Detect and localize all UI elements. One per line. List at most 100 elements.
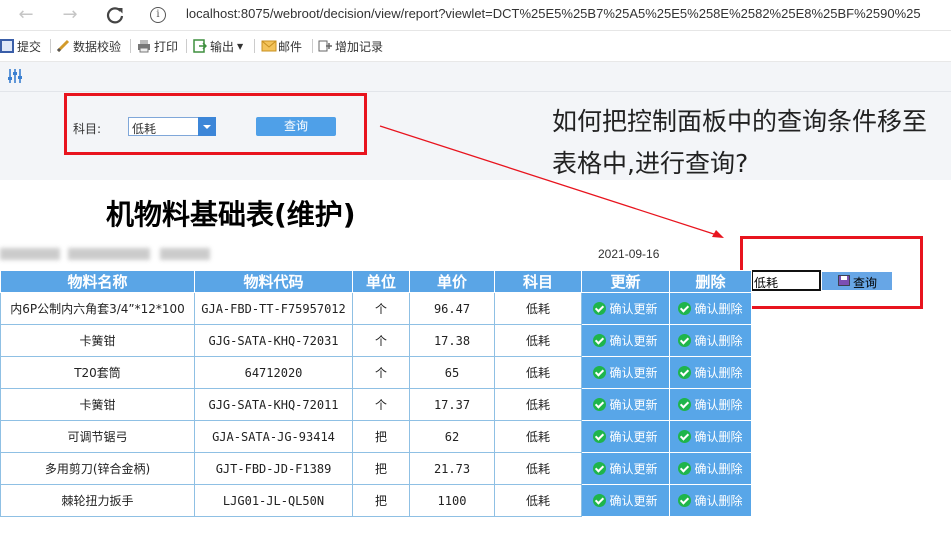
confirm-update-cell: 确认更新	[581, 388, 670, 421]
check-circle-icon	[678, 302, 692, 315]
confirm-update-cell: 确认更新	[581, 452, 670, 485]
table-row: 卡簧钳 GJG-SATA-KHQ-72031 个 17.38 低耗 确认更新 确认删除	[0, 324, 752, 357]
check-circle-icon	[593, 494, 607, 507]
confirm-update-button[interactable]: 确认更新	[583, 364, 669, 381]
cell-price: 17.37	[409, 388, 495, 421]
cell-material-name: 棘轮扭力扳手	[0, 484, 195, 517]
table-row: T20套筒 64712020 个 65 低耗 确认更新 确认删除	[0, 356, 752, 389]
check-circle-icon	[678, 334, 692, 347]
cell-material-code: GJA-FBD-TT-F75957012	[194, 292, 353, 325]
cell-material-code: GJG-SATA-KHQ-72011	[194, 388, 353, 421]
column-header: 单价	[409, 270, 495, 293]
table-row: 可调节锯弓 GJA-SATA-JG-93414 把 62 低耗 确认更新 确认删除	[0, 420, 752, 453]
check-circle-icon	[593, 462, 607, 475]
confirm-update-button[interactable]: 确认更新	[583, 428, 669, 445]
check-circle-icon	[593, 398, 607, 411]
cell-unit: 把	[352, 420, 410, 453]
action-label: 确认删除	[694, 430, 743, 444]
cell-subject: 低耗	[494, 484, 582, 517]
cell-price: 62	[409, 420, 495, 453]
action-label: 确认更新	[609, 494, 658, 508]
cell-unit: 个	[352, 292, 410, 325]
cell-subject: 低耗	[494, 420, 582, 453]
cell-price: 21.73	[409, 452, 495, 485]
confirm-update-button[interactable]: 确认更新	[583, 396, 669, 413]
inline-subject-input-value: 低耗	[754, 276, 779, 290]
action-label: 确认删除	[694, 398, 743, 412]
cell-material-code: LJG01-JL-QL50N	[194, 484, 353, 517]
redacted-text	[0, 248, 60, 260]
check-circle-icon	[678, 366, 692, 379]
confirm-update-cell: 确认更新	[581, 420, 670, 453]
confirm-delete-button[interactable]: 确认删除	[671, 460, 751, 477]
save-icon	[838, 275, 850, 286]
cell-unit: 个	[352, 356, 410, 389]
check-circle-icon	[678, 494, 692, 507]
confirm-update-button[interactable]: 确认更新	[583, 332, 669, 349]
cell-material-code: 64712020	[194, 356, 353, 389]
confirm-update-cell: 确认更新	[581, 356, 670, 389]
redacted-text	[160, 248, 210, 260]
redacted-text	[68, 248, 150, 260]
column-header: 科目	[494, 270, 582, 293]
table-row: 多用剪刀(锌合金柄) GJT-FBD-JD-F1389 把 21.73 低耗 确认更新 确认…	[0, 452, 752, 485]
confirm-delete-button[interactable]: 确认删除	[671, 492, 751, 509]
confirm-delete-button[interactable]: 确认删除	[671, 300, 751, 317]
action-label: 确认更新	[609, 334, 658, 348]
check-circle-icon	[678, 462, 692, 475]
check-circle-icon	[593, 334, 607, 347]
cell-subject: 低耗	[494, 324, 582, 357]
confirm-delete-button[interactable]: 确认删除	[671, 364, 751, 381]
confirm-delete-cell: 确认删除	[669, 452, 752, 485]
action-label: 确认更新	[609, 430, 658, 444]
check-circle-icon	[593, 302, 607, 315]
confirm-update-cell: 确认更新	[581, 324, 670, 357]
cell-unit: 把	[352, 484, 410, 517]
confirm-delete-cell: 确认删除	[669, 420, 752, 453]
confirm-update-cell: 确认更新	[581, 292, 670, 325]
confirm-update-button[interactable]: 确认更新	[583, 300, 669, 317]
cell-material-code: GJA-SATA-JG-93414	[194, 420, 353, 453]
cell-subject: 低耗	[494, 452, 582, 485]
action-label: 确认更新	[609, 302, 658, 316]
cell-material-name: 可调节锯弓	[0, 420, 195, 453]
column-header: 单位	[352, 270, 410, 293]
cell-material-name: 卡簧钳	[0, 324, 195, 357]
confirm-update-cell: 确认更新	[581, 484, 670, 517]
cell-material-name: 多用剪刀(锌合金柄)	[0, 452, 195, 485]
cell-material-name: 卡簧钳	[0, 388, 195, 421]
cell-price: 65	[409, 356, 495, 389]
confirm-update-button[interactable]: 确认更新	[583, 460, 669, 477]
column-header: 删除	[669, 270, 752, 293]
inline-query-label: 查询	[853, 276, 878, 290]
confirm-delete-cell: 确认删除	[669, 484, 752, 517]
confirm-delete-button[interactable]: 确认删除	[671, 332, 751, 349]
cell-material-name: 内6P公制内六角套3/4”*12*100	[0, 292, 195, 325]
confirm-delete-button[interactable]: 确认删除	[671, 428, 751, 445]
confirm-update-button[interactable]: 确认更新	[583, 492, 669, 509]
action-label: 确认删除	[694, 334, 743, 348]
table-header-row: 物料名称 物料代码 单位 单价 科目 更新 删除	[0, 270, 752, 293]
check-circle-icon	[678, 430, 692, 443]
action-label: 确认删除	[694, 302, 743, 316]
report-title: 机物料基础表(维护)	[106, 198, 356, 231]
confirm-delete-button[interactable]: 确认删除	[671, 396, 751, 413]
confirm-delete-cell: 确认删除	[669, 292, 752, 325]
table-row: 卡簧钳 GJG-SATA-KHQ-72011 个 17.37 低耗 确认更新 确认删除	[0, 388, 752, 421]
cell-price: 96.47	[409, 292, 495, 325]
action-label: 确认删除	[694, 366, 743, 380]
cell-subject: 低耗	[494, 356, 582, 389]
confirm-delete-cell: 确认删除	[669, 356, 752, 389]
cell-material-code: GJT-FBD-JD-F1389	[194, 452, 353, 485]
check-circle-icon	[593, 430, 607, 443]
check-circle-icon	[678, 398, 692, 411]
cell-unit: 个	[352, 324, 410, 357]
cell-material-code: GJG-SATA-KHQ-72031	[194, 324, 353, 357]
action-label: 确认更新	[609, 366, 658, 380]
cell-unit: 把	[352, 452, 410, 485]
table-row: 内6P公制内六角套3/4”*12*100 GJA-FBD-TT-F75957012…	[0, 292, 752, 325]
action-label: 确认更新	[609, 398, 658, 412]
column-header: 物料代码	[194, 270, 353, 293]
confirm-delete-cell: 确认删除	[669, 324, 752, 357]
confirm-delete-cell: 确认删除	[669, 388, 752, 421]
